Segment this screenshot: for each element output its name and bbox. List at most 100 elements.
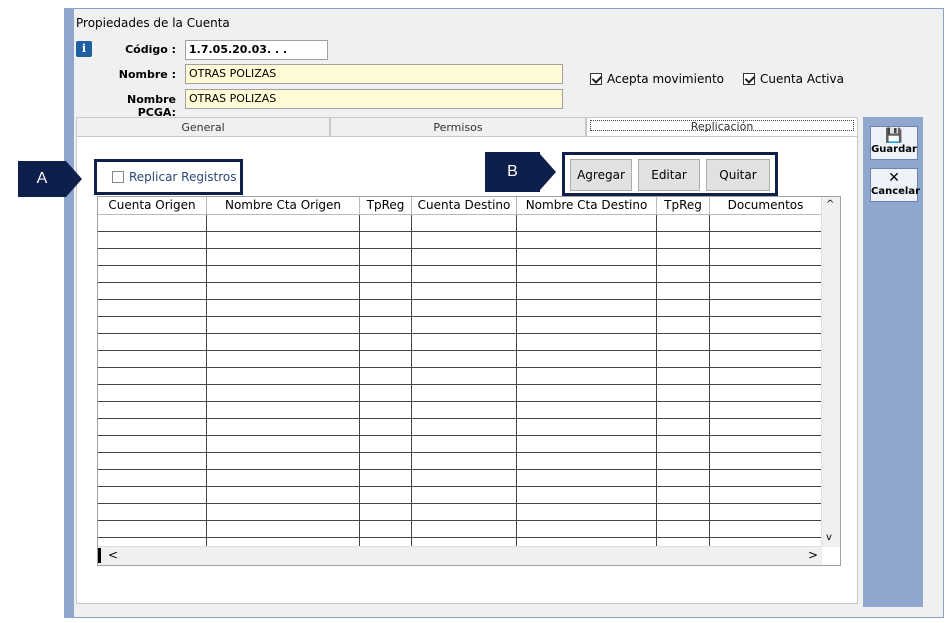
horizontal-scrollbar[interactable]: < > (98, 546, 822, 565)
table-cell[interactable] (710, 470, 822, 487)
table-cell[interactable] (657, 453, 710, 470)
table-cell[interactable] (207, 351, 360, 368)
scroll-left-icon[interactable]: < (108, 548, 118, 562)
table-cell[interactable] (98, 249, 207, 266)
table-cell[interactable] (517, 436, 657, 453)
table-row[interactable] (98, 215, 822, 232)
table-cell[interactable] (98, 334, 207, 351)
table-cell[interactable] (710, 504, 822, 521)
table-cell[interactable] (412, 385, 517, 402)
table-cell[interactable] (710, 249, 822, 266)
table-cell[interactable] (98, 385, 207, 402)
table-cell[interactable] (98, 283, 207, 300)
table-cell[interactable] (710, 215, 822, 232)
table-cell[interactable] (207, 453, 360, 470)
table-cell[interactable] (360, 300, 412, 317)
table-cell[interactable] (517, 470, 657, 487)
table-cell[interactable] (710, 487, 822, 504)
table-row[interactable] (98, 470, 822, 487)
table-row[interactable] (98, 385, 822, 402)
tab-general[interactable]: General (76, 117, 330, 137)
table-row[interactable] (98, 368, 822, 385)
table-row[interactable] (98, 351, 822, 368)
table-cell[interactable] (207, 317, 360, 334)
info-icon[interactable]: i (76, 41, 92, 57)
table-cell[interactable] (657, 232, 710, 249)
table-cell[interactable] (360, 521, 412, 538)
table-cell[interactable] (98, 487, 207, 504)
col-tpreg-origen[interactable]: TpReg (360, 197, 412, 214)
table-cell[interactable] (412, 470, 517, 487)
quitar-button[interactable]: Quitar (706, 159, 770, 191)
table-cell[interactable] (657, 300, 710, 317)
table-cell[interactable] (98, 351, 207, 368)
table-cell[interactable] (710, 300, 822, 317)
table-cell[interactable] (657, 436, 710, 453)
tab-replicacion[interactable]: Replicación (586, 117, 858, 137)
table-cell[interactable] (360, 419, 412, 436)
table-cell[interactable] (710, 368, 822, 385)
scroll-down-icon[interactable]: v (826, 532, 832, 543)
table-cell[interactable] (657, 487, 710, 504)
table-cell[interactable] (360, 232, 412, 249)
table-row[interactable] (98, 419, 822, 436)
table-cell[interactable] (517, 521, 657, 538)
table-cell[interactable] (657, 215, 710, 232)
table-row[interactable] (98, 283, 822, 300)
table-cell[interactable] (207, 436, 360, 453)
table-cell[interactable] (517, 368, 657, 385)
table-cell[interactable] (657, 419, 710, 436)
codigo-field[interactable]: 1.7.05.20.03. . . (185, 40, 328, 60)
table-cell[interactable] (360, 487, 412, 504)
acepta-movimiento-checkbox[interactable]: Acepta movimiento (590, 72, 724, 86)
col-cuenta-destino[interactable]: Cuenta Destino (412, 197, 517, 214)
table-cell[interactable] (412, 351, 517, 368)
table-cell[interactable] (207, 266, 360, 283)
table-cell[interactable] (98, 419, 207, 436)
table-row[interactable] (98, 504, 822, 521)
table-cell[interactable] (517, 487, 657, 504)
table-cell[interactable] (360, 504, 412, 521)
table-cell[interactable] (657, 521, 710, 538)
table-cell[interactable] (360, 351, 412, 368)
table-cell[interactable] (412, 436, 517, 453)
col-nombre-cta-destino[interactable]: Nombre Cta Destino (517, 197, 657, 214)
table-cell[interactable] (412, 334, 517, 351)
table-cell[interactable] (360, 283, 412, 300)
table-cell[interactable] (360, 436, 412, 453)
table-cell[interactable] (98, 232, 207, 249)
table-row[interactable] (98, 453, 822, 470)
replication-grid[interactable]: Cuenta Origen Nombre Cta Origen TpReg Cu… (97, 196, 841, 566)
table-cell[interactable] (657, 266, 710, 283)
table-cell[interactable] (517, 504, 657, 521)
col-documentos[interactable]: Documentos (710, 197, 822, 214)
cuenta-activa-checkbox[interactable]: Cuenta Activa (743, 72, 844, 86)
table-cell[interactable] (207, 215, 360, 232)
table-cell[interactable] (412, 368, 517, 385)
table-row[interactable] (98, 249, 822, 266)
replicar-registros-checkbox[interactable]: Replicar Registros (112, 170, 237, 184)
table-cell[interactable] (412, 300, 517, 317)
col-nombre-cta-origen[interactable]: Nombre Cta Origen (207, 197, 360, 214)
table-cell[interactable] (657, 317, 710, 334)
table-row[interactable] (98, 402, 822, 419)
table-cell[interactable] (207, 249, 360, 266)
table-cell[interactable] (360, 368, 412, 385)
table-cell[interactable] (412, 249, 517, 266)
table-cell[interactable] (710, 317, 822, 334)
table-cell[interactable] (98, 300, 207, 317)
table-cell[interactable] (98, 317, 207, 334)
table-cell[interactable] (207, 402, 360, 419)
table-cell[interactable] (207, 521, 360, 538)
table-cell[interactable] (710, 351, 822, 368)
table-cell[interactable] (657, 504, 710, 521)
table-cell[interactable] (517, 232, 657, 249)
scroll-up-icon[interactable]: ^ (826, 199, 834, 210)
table-cell[interactable] (657, 402, 710, 419)
table-cell[interactable] (98, 266, 207, 283)
table-cell[interactable] (412, 521, 517, 538)
table-row[interactable] (98, 436, 822, 453)
table-cell[interactable] (207, 504, 360, 521)
table-cell[interactable] (360, 385, 412, 402)
table-cell[interactable] (657, 470, 710, 487)
